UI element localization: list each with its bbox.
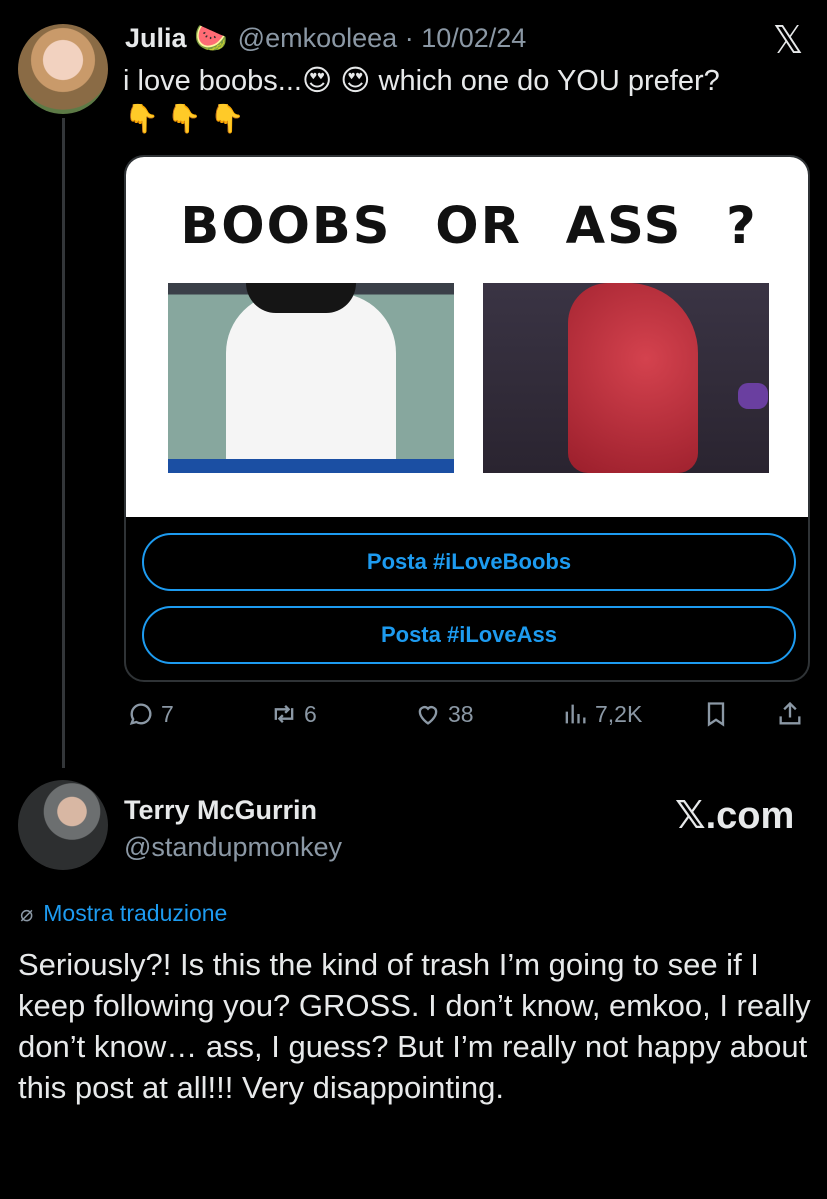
poll-option-ass-button[interactable]: Posta #iLoveAss (142, 606, 796, 664)
media-card[interactable]: BOOBS OR ASS ? Posta #iLoveBoobs Posta #… (124, 155, 810, 682)
reply-text: Seriously?! Is this the kind of trash I’… (18, 947, 811, 1105)
thread-connector (62, 118, 65, 768)
share-button[interactable] (776, 700, 804, 728)
tweet-text: i love boobs...😍 😍 which one do YOU pref… (123, 65, 720, 97)
tweet-actions: 7 6 38 7,2K (0, 700, 827, 734)
reply-button[interactable]: 7 (127, 700, 174, 728)
bookmark-button[interactable] (702, 700, 730, 728)
share-icon (779, 701, 801, 725)
views-button[interactable]: 7,2K (561, 700, 642, 728)
heart-icon (418, 706, 438, 725)
author-handle[interactable]: @emkooleea · 10/02/24 (238, 23, 527, 54)
right-photo (483, 283, 769, 473)
repost-icon (274, 705, 294, 723)
views-icon (565, 704, 586, 724)
translate-icon: ⌀ (20, 900, 34, 926)
repost-button[interactable]: 6 (270, 700, 317, 728)
like-button[interactable]: 38 (414, 700, 474, 728)
x-com-watermark: 𝕏.com (675, 795, 795, 837)
tweet-date[interactable]: 10/02/24 (421, 23, 526, 53)
reply-author-name[interactable]: Terry McGurrin (124, 795, 317, 826)
tweet-header: Julia 🍉 @emkooleea · 10/02/24 (125, 22, 526, 54)
reply-avatar[interactable] (18, 780, 108, 870)
left-photo (168, 283, 454, 473)
reply-icon (129, 703, 152, 726)
author-name[interactable]: Julia 🍉 (125, 22, 228, 54)
card-title: BOOBS OR ASS ? (180, 197, 758, 256)
card-image[interactable]: BOOBS OR ASS ? (126, 157, 808, 517)
watermelon-emoji: 🍉 (194, 23, 228, 53)
pointing-down-emojis: 👇👇👇 (124, 103, 253, 134)
show-translation-link[interactable]: ⌀ Mostra traduzione (20, 900, 227, 927)
avatar[interactable] (18, 24, 108, 114)
reply-author-handle[interactable]: @standupmonkey (124, 832, 342, 863)
show-translation-label: Mostra traduzione (43, 900, 228, 926)
poll-option-boobs-button[interactable]: Posta #iLoveBoobs (142, 533, 796, 591)
bookmark-icon (707, 702, 725, 727)
x-logo-icon[interactable]: 𝕏 (768, 20, 808, 60)
